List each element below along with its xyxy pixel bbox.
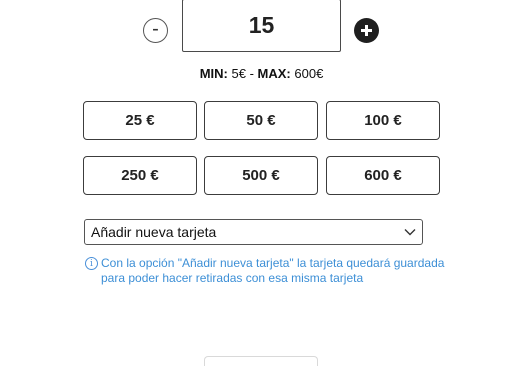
amount-value: 15 — [248, 12, 275, 38]
quick-amount-button[interactable]: 600 € — [326, 156, 440, 195]
quick-amount-label: 25 € — [125, 112, 155, 129]
quick-amount-button[interactable]: 50 € — [204, 101, 318, 140]
quick-amount-button[interactable]: 25 € — [83, 101, 197, 140]
quick-amount-button[interactable]: 500 € — [204, 156, 318, 195]
chevron-down-icon — [404, 229, 416, 236]
decrease-amount-button[interactable]: - — [143, 18, 168, 43]
max-label: MAX: — [257, 66, 291, 81]
quick-amount-label: 600 € — [364, 167, 402, 184]
minus-icon: - — [152, 18, 159, 40]
max-value: 600€ — [294, 66, 324, 81]
quick-amount-button[interactable]: 100 € — [326, 101, 440, 140]
info-icon: i — [85, 257, 98, 270]
increase-amount-button[interactable] — [354, 18, 379, 43]
amount-limits: MIN: 5€ - MAX: 600€ — [0, 66, 505, 81]
plus-icon — [361, 25, 372, 36]
min-value: 5€ — [231, 66, 246, 81]
amount-input[interactable]: 15 — [182, 0, 341, 52]
limits-separator: - — [249, 66, 254, 81]
min-label: MIN: — [199, 66, 228, 81]
card-select-value: Añadir nueva tarjeta — [91, 224, 217, 240]
card-select[interactable]: Añadir nueva tarjeta — [84, 219, 423, 245]
quick-amount-label: 500 € — [242, 167, 280, 184]
quick-amount-label: 250 € — [121, 167, 159, 184]
quick-amount-label: 100 € — [364, 112, 402, 129]
info-text: Con la opción "Añadir nueva tarjeta" la … — [101, 256, 445, 285]
continue-button[interactable] — [204, 356, 318, 366]
quick-amount-label: 50 € — [246, 112, 276, 129]
quick-amount-button[interactable]: 250 € — [83, 156, 197, 195]
